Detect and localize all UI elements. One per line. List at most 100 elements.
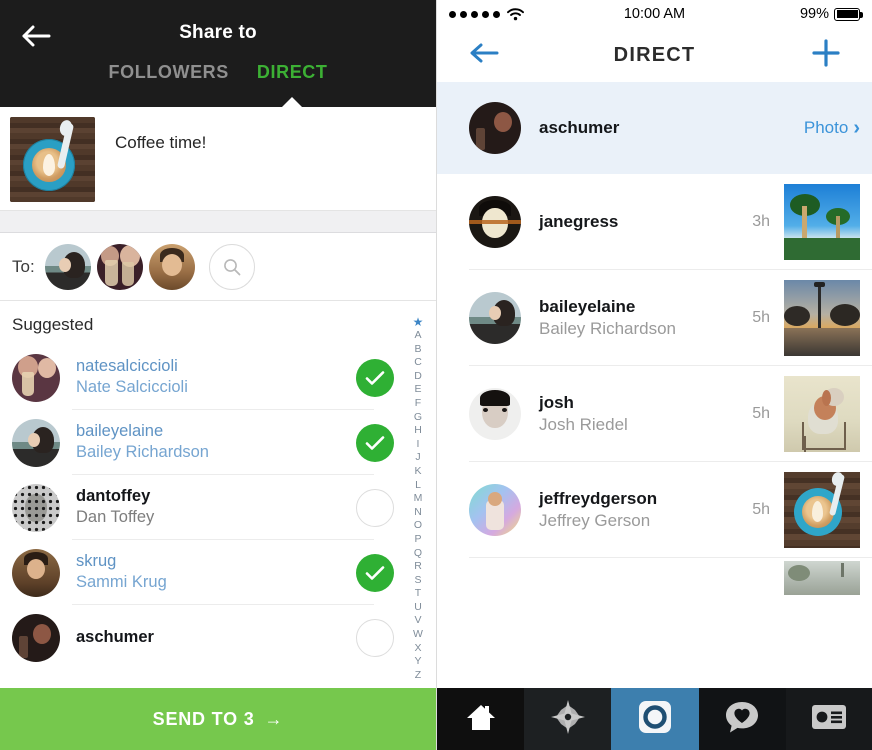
alpha-index-letter[interactable]: F: [415, 397, 421, 411]
alpha-index-letter[interactable]: A: [414, 329, 421, 343]
alpha-index-letter[interactable]: N: [414, 506, 422, 520]
bottom-tab-bar: [437, 688, 872, 750]
alpha-index-letter[interactable]: G: [414, 411, 422, 425]
share-to-panel: Share to FOLLOWERS DIRECT Coffee time! T…: [0, 0, 436, 750]
thread-names: janegress: [539, 211, 752, 233]
tab-camera[interactable]: [611, 688, 699, 750]
alpha-index-letter[interactable]: C: [414, 356, 422, 370]
table-row[interactable]: baileyelaine Bailey Richardson 5h: [437, 270, 872, 366]
recipient-avatar[interactable]: [96, 243, 143, 290]
alpha-index-letter[interactable]: U: [414, 601, 422, 615]
avatar: [469, 292, 521, 344]
alpha-index-letter[interactable]: E: [414, 383, 421, 397]
alpha-index-letter[interactable]: Z: [415, 669, 421, 683]
app-screen: Share to FOLLOWERS DIRECT Coffee time! T…: [0, 0, 872, 750]
alpha-index-letter[interactable]: H: [414, 424, 422, 438]
thread-thumbnail[interactable]: [784, 376, 860, 452]
username: aschumer: [539, 118, 620, 138]
alpha-index-star-icon[interactable]: ★: [413, 316, 424, 329]
search-icon[interactable]: [208, 243, 255, 290]
list-item[interactable]: baileyelaine Bailey Richardson: [0, 410, 436, 475]
select-checkbox[interactable]: [356, 488, 394, 527]
username: baileyelaine: [76, 422, 164, 441]
alpha-index-letter[interactable]: S: [414, 574, 421, 588]
table-row[interactable]: janegress 3h: [437, 174, 872, 270]
post-thumbnail: [10, 117, 95, 202]
send-button[interactable]: SEND TO 3 →: [0, 688, 436, 750]
person-names: aschumer: [76, 627, 356, 648]
alpha-index-letter[interactable]: W: [413, 628, 423, 642]
status-bar: 10:00 AM 99%: [437, 0, 872, 28]
tab-home[interactable]: [437, 688, 525, 750]
section-divider: [0, 211, 436, 233]
alpha-index-letter[interactable]: L: [415, 479, 421, 493]
alpha-index-letter[interactable]: J: [415, 451, 420, 465]
alpha-index-letter[interactable]: I: [417, 438, 420, 452]
thread-names: josh Josh Riedel: [539, 392, 752, 436]
alpha-index-letter[interactable]: M: [414, 492, 423, 506]
thread-action[interactable]: Photo ›: [804, 117, 860, 140]
username: baileyelaine: [539, 297, 636, 317]
tab-followers[interactable]: FOLLOWERS: [109, 62, 229, 83]
select-checkbox[interactable]: [356, 423, 394, 462]
active-tab-caret-icon: [281, 97, 303, 108]
alpha-index-letter[interactable]: T: [415, 587, 421, 601]
back-arrow-icon[interactable]: [469, 42, 499, 69]
avatar: [469, 484, 521, 536]
list-item[interactable]: aschumer: [0, 605, 436, 670]
alpha-index-letter[interactable]: O: [414, 519, 422, 533]
table-row[interactable]: [437, 558, 872, 598]
share-header: Share to FOLLOWERS DIRECT: [0, 0, 436, 108]
alpha-index-letter[interactable]: P: [414, 533, 421, 547]
table-row[interactable]: jeffreydgerson Jeffrey Gerson 5h: [437, 462, 872, 558]
tab-activity[interactable]: [698, 688, 786, 750]
post-caption: Coffee time!: [115, 133, 207, 152]
table-row[interactable]: aschumer Photo ›: [437, 82, 872, 174]
thread-thumbnail[interactable]: [784, 280, 860, 356]
list-item[interactable]: skrug Sammi Krug: [0, 540, 436, 605]
alpha-index-letter[interactable]: B: [414, 343, 421, 357]
fullname: Josh Riedel: [539, 414, 628, 434]
alphabet-index[interactable]: ★ A B C D E F G H I J K L M N O P Q R S …: [408, 316, 428, 682]
home-icon: [465, 702, 497, 737]
avatar: [12, 548, 60, 597]
recipient-avatar[interactable]: [44, 243, 91, 290]
fullname: Nate Salciccioli: [76, 378, 188, 397]
select-checkbox[interactable]: [356, 358, 394, 397]
thread-names: jeffreydgerson Jeffrey Gerson: [539, 488, 752, 532]
alpha-index-letter[interactable]: K: [414, 465, 421, 479]
plus-icon[interactable]: [812, 38, 840, 72]
recipient-avatar[interactable]: [148, 243, 195, 290]
table-row[interactable]: josh Josh Riedel 5h: [437, 366, 872, 462]
alpha-index-letter[interactable]: Y: [414, 655, 421, 669]
page-title: Share to: [179, 22, 257, 43]
tab-profile[interactable]: [785, 688, 872, 750]
fullname: Jeffrey Gerson: [539, 510, 651, 530]
select-checkbox[interactable]: [356, 618, 394, 657]
alpha-index-letter[interactable]: V: [414, 614, 421, 628]
person-names: natesalciccioli Nate Salciccioli: [76, 356, 356, 398]
recipients-row: To:: [0, 233, 436, 301]
fullname: Dan Toffey: [76, 508, 155, 527]
thread-thumbnail[interactable]: [784, 184, 860, 260]
fullname: Bailey Richardson: [539, 318, 677, 338]
chevron-right-icon: ›: [853, 116, 860, 139]
username: aschumer: [76, 628, 154, 647]
list-item[interactable]: dantoffey Dan Toffey: [0, 475, 436, 540]
alpha-index-letter[interactable]: R: [414, 560, 422, 574]
person-names: skrug Sammi Krug: [76, 551, 356, 593]
explore-star-icon: [550, 699, 585, 739]
person-names: dantoffey Dan Toffey: [76, 486, 356, 528]
alpha-index-letter[interactable]: Q: [414, 547, 422, 561]
page-title: DIRECT: [613, 43, 696, 66]
tab-direct[interactable]: DIRECT: [257, 62, 328, 83]
alpha-index-letter[interactable]: X: [414, 642, 421, 656]
thread-thumbnail[interactable]: [784, 472, 860, 548]
select-checkbox[interactable]: [356, 553, 394, 592]
thread-thumbnail[interactable]: [784, 561, 860, 595]
tab-explore[interactable]: [524, 688, 612, 750]
person-names: baileyelaine Bailey Richardson: [76, 421, 356, 463]
list-item[interactable]: natesalciccioli Nate Salciccioli: [0, 345, 436, 410]
username: jeffreydgerson: [539, 489, 658, 509]
alpha-index-letter[interactable]: D: [414, 370, 422, 384]
